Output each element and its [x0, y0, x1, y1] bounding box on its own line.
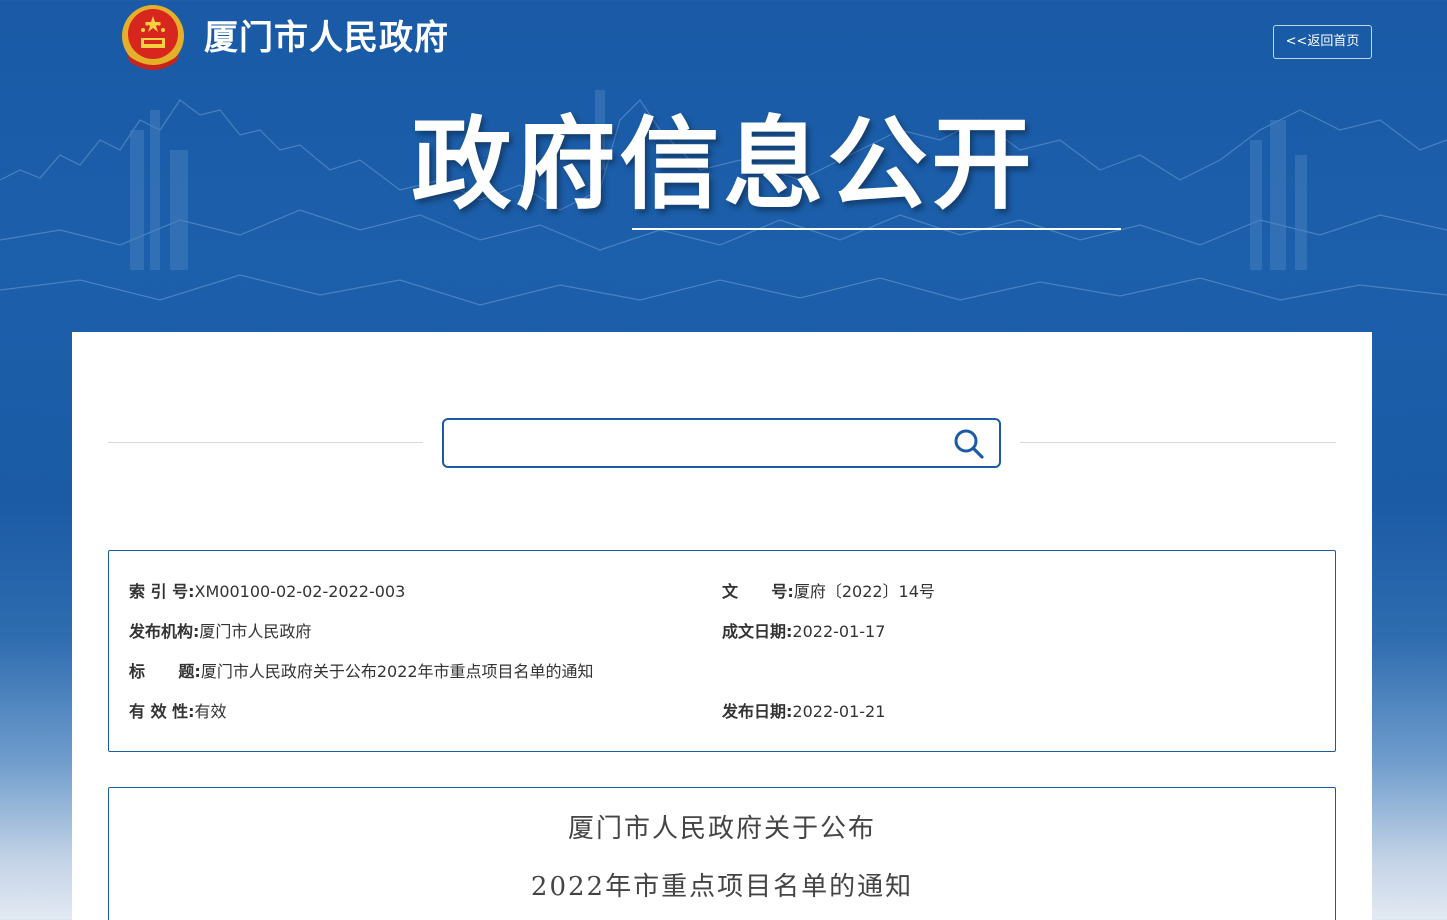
meta-doc-no: 文 号:厦府〔2022〕14号: [722, 582, 935, 602]
meta-written-date: 成文日期:2022-01-17: [722, 622, 885, 642]
meta-value: 2022-01-17: [792, 622, 886, 641]
meta-label: 有 效 性:: [129, 702, 195, 721]
meta-value: 2022-01-21: [792, 702, 886, 721]
meta-label: 发布机构:: [129, 622, 200, 641]
meta-value: 厦门市人民政府关于公布2022年市重点项目名单的通知: [200, 662, 594, 681]
meta-publish-date: 发布日期:2022-01-21: [722, 702, 885, 722]
meta-value: 有效: [194, 702, 227, 721]
meta-label: 标 题:: [129, 662, 201, 681]
meta-issuer: 发布机构:厦门市人民政府: [129, 622, 311, 642]
meta-label: 成文日期:: [722, 622, 793, 641]
search-input[interactable]: [454, 426, 938, 460]
national-emblem-icon: [122, 5, 184, 70]
search-divider-right: [1020, 442, 1336, 443]
back-home-button[interactable]: <<返回首页: [1273, 25, 1372, 59]
header-banner: 厦门市人民政府 <<返回首页 政府信息公开: [0, 0, 1447, 340]
meta-label: 发布日期:: [722, 702, 793, 721]
search-icon[interactable]: [953, 428, 985, 460]
meta-value: 厦府〔2022〕14号: [793, 582, 935, 601]
hero-title: 政府信息公开: [411, 106, 1036, 223]
meta-label: 索 引 号:: [129, 582, 195, 601]
meta-index-no: 索 引 号:XM00100-02-02-2022-003: [129, 582, 405, 602]
site-name[interactable]: 厦门市人民政府: [204, 16, 449, 60]
meta-label: 文 号:: [722, 582, 794, 601]
meta-value: XM00100-02-02-2022-003: [194, 582, 406, 601]
document-title-line-1: 厦门市人民政府关于公布: [567, 814, 876, 844]
meta-title: 标 题:厦门市人民政府关于公布2022年市重点项目名单的通知: [129, 662, 594, 682]
hero-underline: [632, 228, 1121, 230]
meta-validity: 有 效 性:有效: [129, 702, 227, 722]
document-body: 厦门市人民政府关于公布 2022年市重点项目名单的通知: [108, 787, 1336, 920]
search-divider-left: [108, 442, 423, 443]
document-title-line-2: 2022年市重点项目名单的通知: [530, 872, 914, 902]
document-metadata: 索 引 号:XM00100-02-02-2022-003 文 号:厦府〔2022…: [108, 550, 1336, 752]
meta-value: 厦门市人民政府: [199, 622, 312, 641]
search-box: [442, 418, 1001, 468]
main-panel: 索 引 号:XM00100-02-02-2022-003 文 号:厦府〔2022…: [72, 332, 1372, 920]
